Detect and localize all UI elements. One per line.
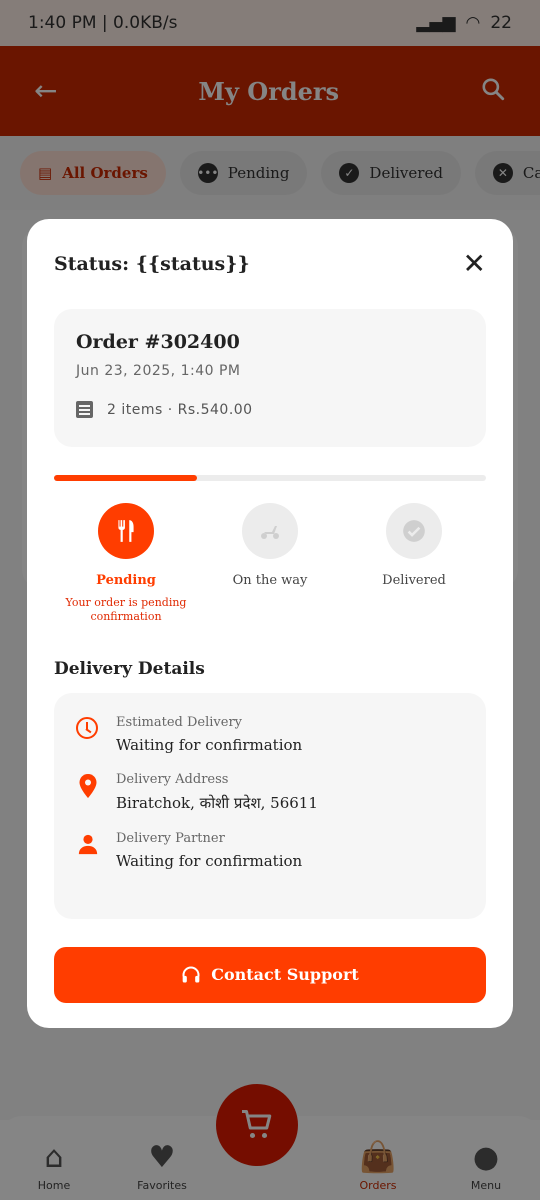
detail-label: Delivery Address [116, 771, 229, 787]
order-summary-card: Order #302400 Jun 23, 2025, 1:40 PM 2 it… [54, 309, 486, 447]
modal-title: Status: {{status}} [54, 253, 250, 275]
step-delivered: Delivered [342, 503, 486, 625]
order-items-row: 2 items · Rs.540.00 [76, 401, 464, 418]
delivery-details-card: Estimated Delivery Waiting for confirmat… [54, 692, 486, 919]
detail-value: Biratchok, कोशी प्रदेश, 56611 [116, 793, 318, 812]
detail-label: Delivery Partner [116, 830, 225, 846]
step-pending: Pending Your order is pending confirmati… [54, 503, 198, 625]
contact-support-button[interactable]: Contact Support [54, 946, 486, 1003]
close-icon[interactable]: ✕ [463, 250, 486, 278]
receipt-icon [76, 401, 93, 418]
support-label: Contact Support [211, 965, 359, 985]
restaurant-icon [98, 503, 154, 559]
step-label: Pending [96, 573, 156, 588]
detail-value: Waiting for confirmation [116, 735, 303, 754]
detail-delivery-address: Delivery Address Biratchok, कोशी प्रदेश,… [76, 772, 464, 813]
delivery-details-title: Delivery Details [54, 658, 205, 679]
order-date: Jun 23, 2025, 1:40 PM [76, 363, 241, 379]
order-items-total: 2 items · Rs.540.00 [107, 401, 253, 418]
headset-icon [182, 966, 200, 983]
detail-label: Estimated Delivery [116, 714, 243, 730]
person-icon [76, 833, 100, 857]
location-pin-icon [76, 773, 100, 798]
progress-fill [54, 475, 197, 481]
detail-estimated-delivery: Estimated Delivery Waiting for confirmat… [76, 715, 464, 754]
order-number: Order #302400 [76, 331, 240, 353]
step-label: Delivered [382, 573, 446, 588]
detail-delivery-partner: Delivery Partner Waiting for confirmatio… [76, 831, 464, 870]
modal-header: Status: {{status}} ✕ [54, 219, 486, 309]
step-label: On the way [232, 573, 308, 588]
status-steps: Pending Your order is pending confirmati… [54, 503, 486, 625]
progress-bar [54, 475, 486, 481]
check-circle-icon [386, 503, 442, 559]
clock-icon [76, 716, 100, 741]
scooter-icon [242, 503, 298, 559]
step-on-the-way: On the way [198, 503, 342, 625]
order-status-modal: Status: {{status}} ✕ Order #302400 Jun 2… [27, 219, 513, 1028]
step-description: Your order is pending confirmation [65, 596, 187, 624]
detail-value: Waiting for confirmation [116, 851, 303, 870]
